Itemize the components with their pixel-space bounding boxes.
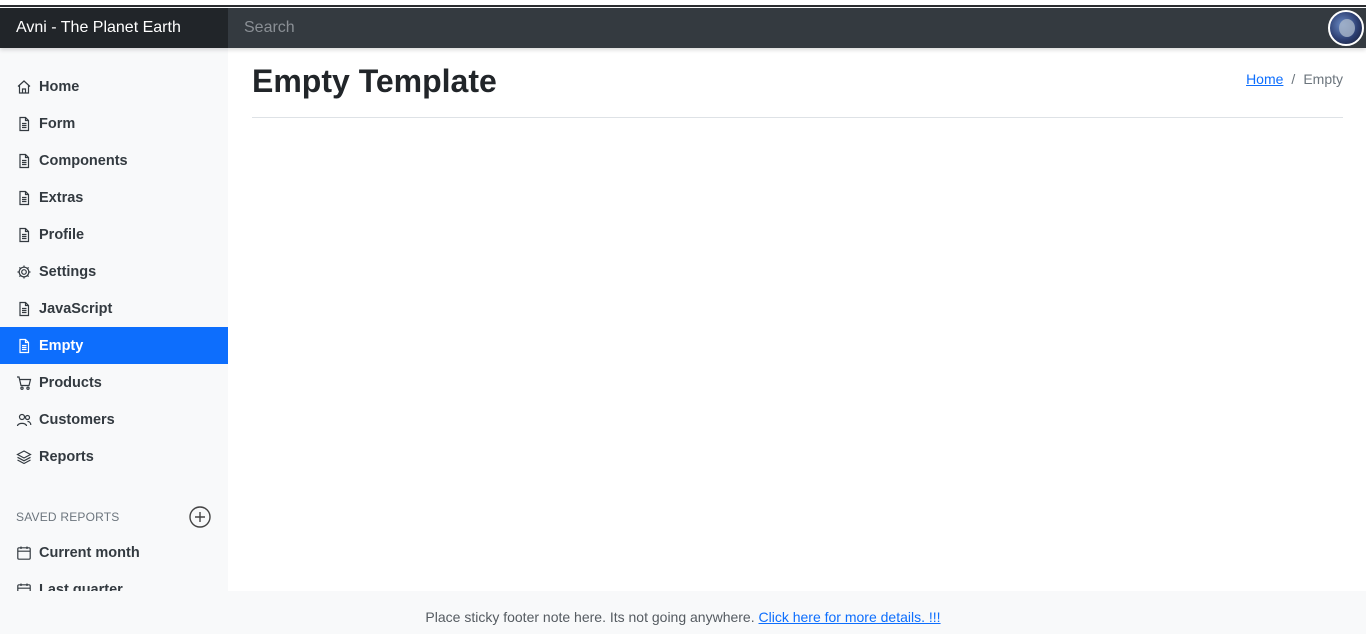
file-icon [19,116,30,131]
calendar-icon [17,546,31,560]
sidebar-item-label: Settings [39,263,97,280]
breadcrumb: Home / Empty [1246,71,1343,87]
sidebar-item-products[interactable]: Products [0,364,228,401]
main-content: Empty Template Home / Empty [252,48,1343,118]
sidebar-item-label: Profile [39,226,85,243]
sidebar-item-form[interactable]: Form [0,105,228,142]
page-header: Empty Template Home / Empty [252,48,1343,118]
sidebar-item-profile[interactable]: Profile [0,216,228,253]
sidebar-item-empty[interactable]: Empty [0,327,228,364]
users-icon [16,413,32,426]
breadcrumb-separator: / [1291,70,1296,87]
sidebar-item-label: JavaScript [39,300,113,317]
sidebar-item-label: Extras [39,189,84,206]
sidebar-item-reports[interactable]: Reports [0,438,228,475]
sidebar-item-settings[interactable]: Settings [0,253,228,290]
sidebar-item-label: Current month [39,544,140,561]
sidebar: Home Form Components Extras Profile Sett… [0,48,228,598]
sidebar-item-label: Empty [39,337,84,354]
file-icon [19,153,30,168]
avatar-image [1339,19,1355,37]
sidebar-item-customers[interactable]: Customers [0,401,228,438]
home-icon [17,79,31,94]
sidebar-item-label: Customers [39,411,115,428]
brand-title[interactable]: Avni - The Planet Earth [0,8,228,48]
file-icon [19,227,30,242]
sidebar-item-label: Components [39,152,128,169]
user-avatar[interactable] [1328,10,1364,46]
layers-icon [16,449,32,464]
file-icon [19,301,30,316]
sidebar-item-label: Form [39,115,76,132]
search-input[interactable] [228,8,1328,48]
sidebar-item-current-month[interactable]: Current month [0,534,228,571]
cart-icon [17,375,32,390]
sidebar-item-label: Home [39,78,80,95]
top-navbar: Avni - The Planet Earth [0,8,1366,48]
sidebar-item-extras[interactable]: Extras [0,179,228,216]
sidebar-item-home[interactable]: Home [0,68,228,105]
page-title: Empty Template [252,62,497,99]
sidebar-item-javascript[interactable]: JavaScript [0,290,228,327]
footer-details-link[interactable]: Click here for more details. !!! [759,609,941,625]
gear-icon [17,265,31,278]
sticky-footer: Place sticky footer note here. Its not g… [0,591,1366,634]
saved-reports-title: SAVED REPORTS [16,510,120,524]
sidebar-item-components[interactable]: Components [0,142,228,179]
saved-reports-heading: SAVED REPORTS [0,500,228,534]
breadcrumb-current: Empty [1303,70,1343,87]
top-border [0,0,1366,8]
file-icon [19,338,30,353]
sidebar-item-label: Products [39,374,102,391]
file-icon [19,190,30,205]
sidebar-item-label: Reports [39,448,94,465]
breadcrumb-home-link[interactable]: Home [1246,71,1283,87]
add-circle-icon[interactable] [188,505,212,529]
footer-text: Place sticky footer note here. Its not g… [425,609,759,625]
